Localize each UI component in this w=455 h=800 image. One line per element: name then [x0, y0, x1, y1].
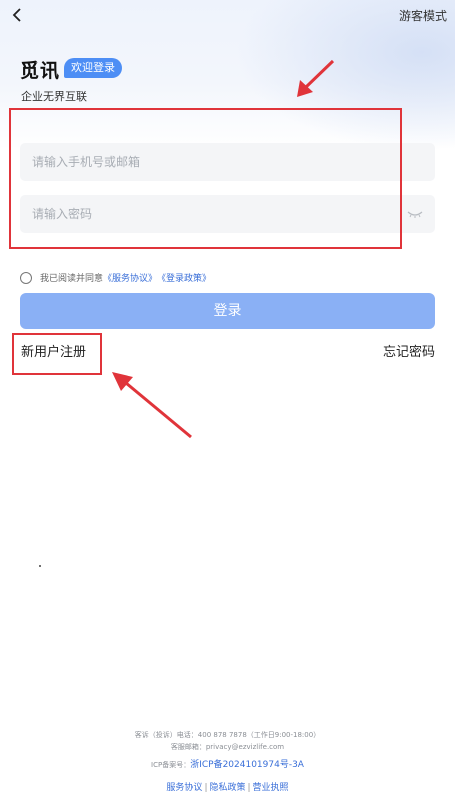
slogan: 企业无界互联: [21, 90, 87, 103]
footer-service-link[interactable]: 服务协议: [166, 783, 202, 793]
password-input[interactable]: [32, 207, 392, 221]
register-link[interactable]: 新用户注册: [21, 341, 86, 360]
footer-complaint: 客诉（投诉）电话：400 878 7878（工作日9:00-18:00）: [134, 731, 321, 739]
guest-mode-link[interactable]: 游客模式: [399, 7, 447, 24]
login-policy-link[interactable]: 《登录政策》: [157, 271, 211, 284]
phone-email-input[interactable]: [32, 155, 392, 169]
stray-dot: [39, 565, 41, 567]
icp-label: ICP备案号：: [151, 761, 191, 769]
password-field[interactable]: [20, 195, 435, 233]
chevron-left-icon: [12, 8, 21, 22]
service-agreement-link[interactable]: 《服务协议》: [103, 271, 157, 284]
annotation-arrow-bottom: [112, 372, 192, 439]
footer-email: 客服邮箱：privacy@ezvizlife.com: [170, 743, 285, 751]
footer-separator: |: [204, 783, 208, 793]
agreement-text: 我已阅读并同意: [40, 274, 104, 284]
eye-closed-icon[interactable]: [407, 208, 423, 220]
agreement-radio[interactable]: [20, 271, 32, 284]
icp-number-link[interactable]: 浙ICP备2024101974号-3A: [190, 760, 304, 770]
footer-icp: ICP备案号：浙ICP备2024101974号-3A: [0, 757, 455, 770]
forgot-password-link[interactable]: 忘记密码: [383, 341, 435, 360]
footer-license-link[interactable]: 营业执照: [253, 783, 289, 793]
footer-privacy-link[interactable]: 隐私政策: [209, 783, 245, 793]
footer-links: 服务协议 | 隐私政策 | 营业执照: [0, 780, 455, 793]
footer-separator: |: [247, 783, 251, 793]
brand-name: 觅讯: [20, 60, 61, 82]
phone-email-field[interactable]: [20, 143, 435, 181]
agreement-row: 我已阅读并同意 《服务协议》 《登录政策》: [20, 271, 211, 284]
back-button[interactable]: [6, 4, 28, 26]
login-button[interactable]: 登录: [20, 293, 435, 329]
welcome-badge: 欢迎登录: [64, 58, 122, 78]
